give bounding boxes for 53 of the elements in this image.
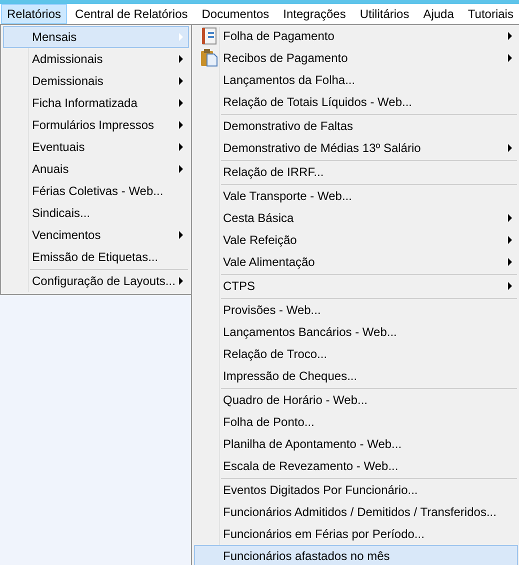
menu-item[interactable]: Lançamentos da Folha... bbox=[194, 69, 518, 91]
menu-item[interactable]: Demissionais bbox=[3, 70, 189, 92]
menu-bar-item[interactable]: Relatórios bbox=[1, 4, 68, 24]
submenu-arrow-icon bbox=[179, 33, 183, 41]
submenu-arrow-icon bbox=[508, 54, 512, 62]
submenu-arrow-icon bbox=[179, 231, 183, 239]
menu-bar-item[interactable]: Integrações bbox=[277, 4, 352, 24]
submenu-arrow-icon bbox=[179, 77, 183, 85]
menu-item[interactable]: Funcionários em Férias por Período... bbox=[194, 523, 518, 545]
menu-bar-item[interactable]: Ajuda bbox=[417, 4, 460, 24]
menu-item[interactable]: Funcionários afastados no mês bbox=[194, 545, 518, 565]
menu-item[interactable]: Demonstrativo de Médias 13º Salário bbox=[194, 137, 518, 159]
menu-bar-item[interactable]: Tutoriais bbox=[462, 4, 519, 24]
clipboard-icon bbox=[200, 49, 218, 67]
submenu-arrow-icon bbox=[508, 236, 512, 244]
menu-item[interactable]: Recibos de Pagamento bbox=[194, 47, 518, 69]
menu-bar-item[interactable]: Central de Relatórios bbox=[69, 4, 194, 24]
menu-item[interactable]: Planilha de Apontamento - Web... bbox=[194, 433, 518, 455]
menu-item[interactable]: Impressão de Cheques... bbox=[194, 365, 518, 387]
menu-item[interactable]: Vencimentos bbox=[3, 224, 189, 246]
menu-item[interactable]: Férias Coletivas - Web... bbox=[3, 180, 189, 202]
menu-item[interactable]: Formulários Impressos bbox=[3, 114, 189, 136]
menu-item[interactable]: Sindicais... bbox=[3, 202, 189, 224]
submenu-arrow-icon bbox=[508, 32, 512, 40]
menu-item[interactable]: Emissão de Etiquetas... bbox=[3, 246, 189, 268]
submenu-arrow-icon bbox=[179, 121, 183, 129]
menu-item[interactable]: Admissionais bbox=[3, 48, 189, 70]
menu-item[interactable]: Folha de Pagamento bbox=[194, 25, 518, 47]
menu-item[interactable]: Escala de Revezamento - Web... bbox=[194, 455, 518, 477]
submenu-arrow-icon bbox=[179, 55, 183, 63]
menu-item[interactable]: Anuais bbox=[3, 158, 189, 180]
menu-item[interactable]: Eventuais bbox=[3, 136, 189, 158]
submenu-arrow-icon bbox=[179, 99, 183, 107]
submenu-arrow-icon bbox=[179, 277, 183, 285]
submenu-arrow-icon bbox=[508, 214, 512, 222]
submenu-arrow-icon bbox=[508, 258, 512, 266]
menu-item[interactable]: Lançamentos Bancários - Web... bbox=[194, 321, 518, 343]
menu-item[interactable]: Relação de Troco... bbox=[194, 343, 518, 365]
menu-item[interactable]: Cesta Básica bbox=[194, 207, 518, 229]
menu-item[interactable]: Funcionários Admitidos / Demitidos / Transferidos... bbox=[194, 501, 518, 523]
submenu-arrow-icon bbox=[179, 143, 183, 151]
menu-item[interactable]: Mensais bbox=[3, 26, 189, 48]
submenu-arrow-icon bbox=[508, 282, 512, 290]
menu-bar-item[interactable]: Utilitários bbox=[354, 4, 416, 24]
menu-item[interactable]: Vale Alimentação bbox=[194, 251, 518, 273]
menu-item[interactable]: Vale Refeição bbox=[194, 229, 518, 251]
submenu-arrow-icon bbox=[179, 165, 183, 173]
submenu-arrow-icon bbox=[508, 144, 512, 152]
menu-item[interactable]: Ficha Informatizada bbox=[3, 92, 189, 114]
menu-item[interactable]: Folha de Ponto... bbox=[194, 411, 518, 433]
menu-item[interactable]: Relação de Totais Líquidos - Web... bbox=[194, 91, 518, 113]
notebook-icon bbox=[200, 27, 216, 45]
menu-bar-item[interactable]: Documentos bbox=[196, 4, 276, 24]
